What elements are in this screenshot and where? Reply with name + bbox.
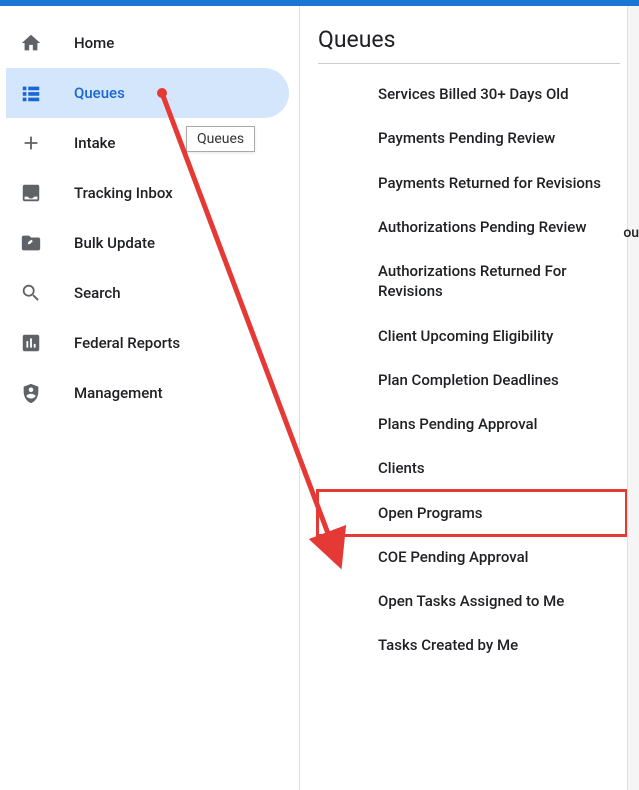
sidebar-item-queues[interactable]: Queues: [6, 68, 289, 118]
shield-icon: [20, 382, 60, 404]
panel-title: Queues: [318, 26, 620, 64]
partial-text: our: [623, 225, 639, 241]
home-icon: [20, 32, 60, 54]
queues-panel: Queues Services Billed 30+ Days Old Paym…: [300, 6, 639, 790]
inbox-icon: [20, 182, 60, 204]
queue-item[interactable]: Tasks Created by Me: [374, 623, 620, 667]
queue-item[interactable]: Client Upcoming Eligibility: [374, 314, 620, 358]
sidebar-item-label: Search: [74, 284, 121, 302]
queue-list: Services Billed 30+ Days Old Payments Pe…: [318, 72, 620, 668]
sidebar-item-home[interactable]: Home: [0, 18, 299, 68]
sidebar-item-label: Management: [74, 384, 163, 402]
sidebar-item-label: Tracking Inbox: [74, 184, 173, 202]
queue-item[interactable]: Plans Pending Approval: [374, 402, 620, 446]
sidebar-item-search[interactable]: Search: [0, 268, 299, 318]
sidebar-item-label: Home: [74, 34, 114, 52]
sidebar-item-label: Intake: [74, 134, 115, 152]
sidebar-item-bulk-update[interactable]: Bulk Update: [0, 218, 299, 268]
sidebar-item-label: Queues: [74, 84, 125, 102]
sidebar-item-label: Bulk Update: [74, 234, 155, 252]
queue-item[interactable]: Payments Returned for Revisions: [374, 161, 620, 205]
folder-edit-icon: [20, 232, 60, 254]
sidebar-item-federal-reports[interactable]: Federal Reports: [0, 318, 299, 368]
queue-item[interactable]: Payments Pending Review: [374, 116, 620, 160]
sidebar-item-tracking-inbox[interactable]: Tracking Inbox: [0, 168, 299, 218]
sidebar-item-management[interactable]: Management: [0, 368, 299, 418]
queue-item[interactable]: Authorizations Pending Review: [374, 205, 620, 249]
plus-icon: [20, 132, 60, 154]
queue-item[interactable]: Authorizations Returned For Revisions: [374, 249, 620, 314]
sidebar-nav: Home Queues Intake Tracking Inbox Bulk U: [0, 6, 300, 790]
list-icon: [20, 82, 60, 104]
queue-item[interactable]: COE Pending Approval: [374, 535, 620, 579]
tooltip-queues: Queues: [186, 126, 255, 152]
chart-icon: [20, 332, 60, 354]
right-edge-strip: [627, 6, 639, 790]
sidebar-item-label: Federal Reports: [74, 334, 180, 352]
queue-item[interactable]: Clients: [374, 446, 620, 490]
queue-item-open-programs[interactable]: Open Programs: [318, 491, 626, 535]
main-container: Home Queues Intake Tracking Inbox Bulk U: [0, 6, 639, 790]
queue-item[interactable]: Plan Completion Deadlines: [374, 358, 620, 402]
queue-item[interactable]: Open Tasks Assigned to Me: [374, 579, 620, 623]
search-icon: [20, 282, 60, 304]
queue-item[interactable]: Services Billed 30+ Days Old: [374, 72, 620, 116]
